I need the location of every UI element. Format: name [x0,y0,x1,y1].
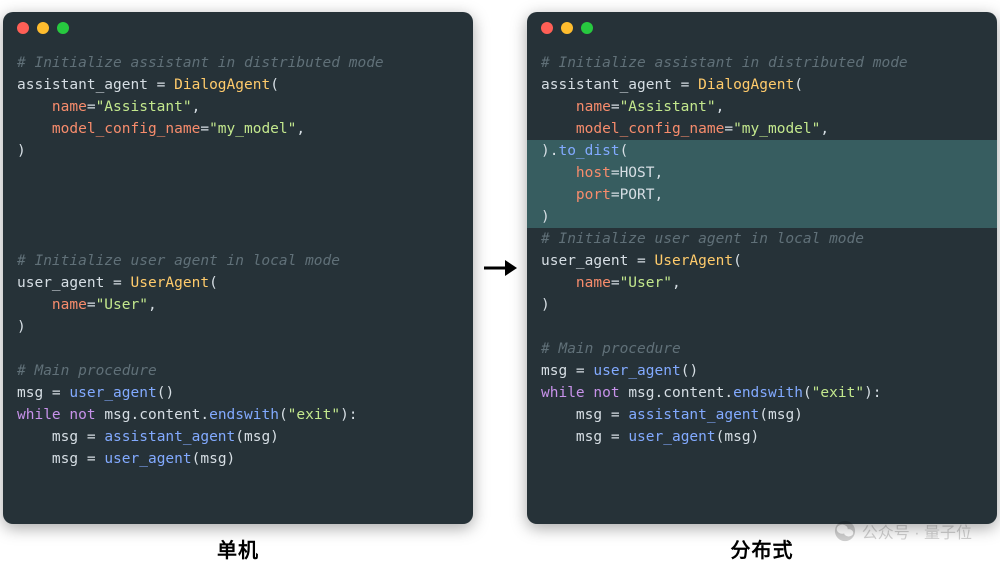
caption-left: 单机 [217,534,259,563]
code-line: # Initialize user agent in local mode [17,250,459,272]
code-line: . [541,316,983,338]
code-line: ) [541,294,983,316]
window-titlebar [3,12,473,44]
code-line: # Initialize assistant in distributed mo… [541,52,983,74]
code-line: ) [17,316,459,338]
zoom-icon [57,22,69,34]
code-line: msg = user_agent(msg) [17,448,459,470]
code-line: . [17,162,459,184]
code-line: name="User", [541,272,983,294]
left-panel: # Initialize assistant in distributed mo… [3,12,473,563]
arrow-icon [483,12,517,524]
code-line: msg = user_agent() [541,360,983,382]
zoom-icon [581,22,593,34]
right-panel: # Initialize assistant in distributed mo… [527,12,997,563]
code-line: . [17,338,459,360]
code-line: msg = user_agent() [17,382,459,404]
code-window-right: # Initialize assistant in distributed mo… [527,12,997,524]
window-titlebar [527,12,997,44]
code-line: name="Assistant", [541,96,983,118]
code-line: model_config_name="my_model", [541,118,983,140]
code-line: name="User", [17,294,459,316]
code-line: . [17,206,459,228]
code-line: msg = user_agent(msg) [541,426,983,448]
minimize-icon [37,22,49,34]
code-line: user_agent = UserAgent( [541,250,983,272]
close-icon [541,22,553,34]
code-line: while not msg.content.endswith("exit"): [17,404,459,426]
code-body-right: # Initialize assistant in distributed mo… [527,44,997,462]
code-line: # Initialize assistant in distributed mo… [17,52,459,74]
code-line: ).to_dist( [541,140,983,162]
code-line: assistant_agent = DialogAgent( [541,74,983,96]
code-line: ) [17,140,459,162]
code-line: name="Assistant", [17,96,459,118]
code-line: msg = assistant_agent(msg) [17,426,459,448]
code-line: model_config_name="my_model", [17,118,459,140]
code-line: host=HOST, [541,162,983,184]
close-icon [17,22,29,34]
minimize-icon [561,22,573,34]
code-line: ) [541,206,983,228]
code-line: while not msg.content.endswith("exit"): [541,382,983,404]
code-line: . [17,228,459,250]
code-window-left: # Initialize assistant in distributed mo… [3,12,473,524]
code-line: msg = assistant_agent(msg) [541,404,983,426]
code-line: # Main procedure [541,338,983,360]
code-line: . [17,184,459,206]
code-body-left: # Initialize assistant in distributed mo… [3,44,473,484]
caption-right: 分布式 [731,534,794,563]
code-line: # Main procedure [17,360,459,382]
code-line: assistant_agent = DialogAgent( [17,74,459,96]
code-line: user_agent = UserAgent( [17,272,459,294]
code-line: port=PORT, [541,184,983,206]
code-line: # Initialize user agent in local mode [541,228,983,250]
